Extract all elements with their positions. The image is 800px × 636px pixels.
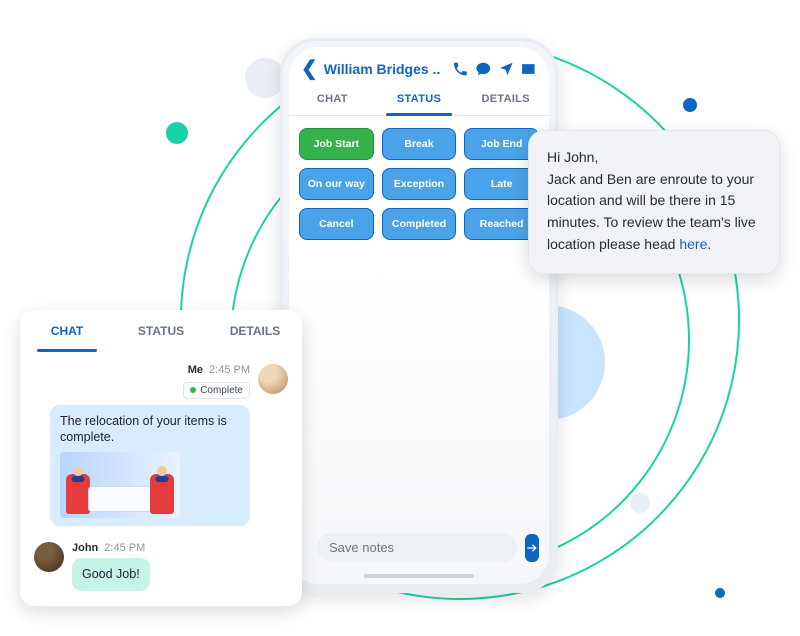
cancel-button[interactable]: Cancel <box>299 208 374 240</box>
on-our-way-button[interactable]: On our way <box>299 168 374 200</box>
message-time: 2:45 PM <box>104 542 145 554</box>
back-button[interactable]: ❮ <box>301 59 318 79</box>
mail-icon[interactable] <box>520 60 537 78</box>
card-tab-details[interactable]: DETAILS <box>208 310 302 352</box>
live-location-link[interactable]: here <box>679 236 707 252</box>
sms-popup: Hi John, Jack and Ben are enroute to you… <box>528 130 780 274</box>
phone-header: ❮ William Bridges .. <box>289 47 549 85</box>
sender-name: Me <box>188 364 203 376</box>
decor-dot <box>683 98 697 112</box>
popup-body: Jack and Ben are enroute to your locatio… <box>547 171 756 252</box>
decor-dot <box>166 122 188 144</box>
phone-mock: ❮ William Bridges .. CHAT STATUS DETAILS… <box>280 38 558 593</box>
chat-icon[interactable] <box>475 60 492 78</box>
preview-icon[interactable] <box>308 540 309 556</box>
card-tab-status[interactable]: STATUS <box>114 310 208 352</box>
status-button-grid: Job Start Break Job End On our way Excep… <box>289 116 549 252</box>
message-text: The relocation of your items is complete… <box>60 414 227 445</box>
message-body: Me 2:45 PM Complete The relocation of yo… <box>50 364 250 526</box>
message-body: John 2:45 PM Good Job! <box>72 542 150 591</box>
avatar <box>258 364 288 394</box>
header-title: William Bridges .. <box>324 61 441 77</box>
phone-screen: ❮ William Bridges .. CHAT STATUS DETAILS… <box>289 47 549 584</box>
home-indicator <box>364 574 474 578</box>
phone-icon[interactable] <box>452 60 469 78</box>
location-icon[interactable] <box>498 60 515 78</box>
tab-status[interactable]: STATUS <box>376 85 463 115</box>
status-badge: Complete <box>183 382 250 399</box>
sender-name: John <box>72 542 98 554</box>
decor-dot <box>715 588 725 598</box>
arrow-right-icon <box>525 541 539 555</box>
decor-dot <box>245 58 285 98</box>
message-row: John 2:45 PM Good Job! <box>34 542 288 591</box>
job-start-button[interactable]: Job Start <box>299 128 374 160</box>
note-composer <box>299 533 539 562</box>
message-row: Me 2:45 PM Complete The relocation of yo… <box>34 364 288 526</box>
message-bubble: Good Job! <box>72 558 150 591</box>
tab-details[interactable]: DETAILS <box>462 85 549 115</box>
notes-input[interactable] <box>317 533 517 562</box>
popup-body-end: . <box>707 236 711 252</box>
message-image <box>60 452 180 518</box>
message-text: Good Job! <box>82 567 140 581</box>
completed-button[interactable]: Completed <box>382 208 457 240</box>
tab-chat[interactable]: CHAT <box>289 85 376 115</box>
message-bubble: The relocation of your items is complete… <box>50 405 250 527</box>
chat-card-tabs: CHAT STATUS DETAILS <box>20 310 302 354</box>
avatar <box>34 542 64 572</box>
phone-tabs: CHAT STATUS DETAILS <box>289 85 549 116</box>
chat-card: CHAT STATUS DETAILS Me 2:45 PM Complete … <box>20 310 302 606</box>
message-time: 2:45 PM <box>209 364 250 376</box>
decor-dot <box>630 493 650 513</box>
exception-button[interactable]: Exception <box>382 168 457 200</box>
break-button[interactable]: Break <box>382 128 457 160</box>
card-tab-chat[interactable]: CHAT <box>20 310 114 352</box>
popup-greeting: Hi John, <box>547 149 598 165</box>
send-button[interactable] <box>525 534 539 562</box>
